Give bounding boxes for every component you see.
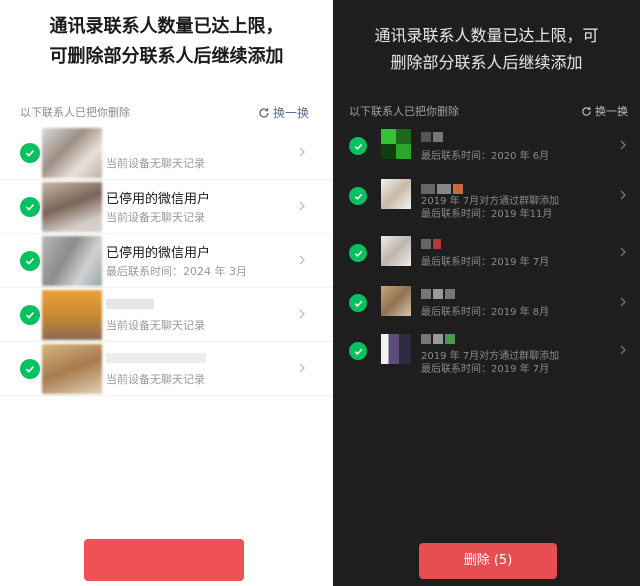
chevron-right-icon <box>620 247 626 257</box>
list-header-label: 以下联系人已把你删除 <box>349 105 459 118</box>
chevron-right-icon <box>299 363 305 373</box>
contact-subtitle: 当前设备无聊天记录 <box>106 157 205 170</box>
page-title: 通讯录联系人数量已达上限，可 删除部分联系人后继续添加 <box>333 22 640 76</box>
contact-name: 已停用的微信用户 <box>106 246 211 261</box>
contact-subtitle: 最后联系时间：2019 年 8月 <box>421 307 550 318</box>
contact-subtitle: 最后联系时间：2020 年 6月 <box>421 151 550 162</box>
contact-row[interactable]: 最后联系时间：2020 年 6月 <box>333 120 640 174</box>
chevron-right-icon <box>299 255 305 265</box>
contact-subtitle: 当前设备无聊天记录 <box>106 373 205 386</box>
contact-row[interactable]: 已停用的微信用户 最后联系时间：2024 年 3月 <box>0 234 333 288</box>
chevron-right-icon <box>620 297 626 307</box>
avatar <box>42 344 102 394</box>
title-line-1: 通讯录联系人数量已达上限，可 <box>374 26 599 45</box>
contact-subtitle: 当前设备无聊天记录 <box>106 211 205 224</box>
chevron-right-icon <box>620 345 626 355</box>
checkmark-icon[interactable] <box>20 197 40 217</box>
refresh-button[interactable]: 换一换 <box>581 103 628 119</box>
avatar <box>381 236 411 266</box>
contact-row[interactable]: 当前设备无聊天记录 <box>0 126 333 180</box>
avatar <box>381 286 411 316</box>
contact-name: 已停用的微信用户 <box>106 192 211 207</box>
contact-subtitle: 最后联系时间：2019 年 7月 <box>421 257 550 268</box>
contact-row[interactable]: 2019 年 7月对方通过群聊添加 最后联系时间：2019 年 7月 <box>333 325 640 379</box>
contact-row[interactable]: 2019 年 7月对方通过群聊添加 最后联系时间：2019 年11月 <box>333 170 640 224</box>
refresh-button[interactable]: 换一换 <box>258 104 309 121</box>
chevron-right-icon <box>299 147 305 157</box>
contact-name <box>421 286 457 300</box>
checkmark-icon[interactable] <box>20 251 40 271</box>
avatar <box>381 129 411 159</box>
contact-subtitle: 最后联系时间：2019 年 7月 <box>421 364 550 375</box>
avatar <box>42 182 102 232</box>
contact-subtitle: 最后联系时间：2019 年11月 <box>421 209 553 220</box>
contact-row[interactable]: 最后联系时间：2019 年 7月 <box>333 227 640 281</box>
checkmark-icon[interactable] <box>20 143 40 163</box>
right-screen: 通讯录联系人数量已达上限，可 删除部分联系人后继续添加 以下联系人已把你删除 换… <box>333 0 640 586</box>
contact-name <box>106 350 208 365</box>
contact-name <box>421 129 445 143</box>
checkmark-icon[interactable] <box>20 305 40 325</box>
checkmark-icon[interactable] <box>349 137 367 155</box>
avatar <box>381 179 411 209</box>
contact-subtitle: 最后联系时间：2024 年 3月 <box>106 265 247 278</box>
list-header-label: 以下联系人已把你删除 <box>20 106 130 119</box>
refresh-icon <box>258 107 270 119</box>
checkmark-icon[interactable] <box>349 342 367 360</box>
contact-name <box>421 331 457 345</box>
delete-button[interactable]: 删除 (5) <box>419 543 557 579</box>
checkmark-icon[interactable] <box>349 187 367 205</box>
contact-row[interactable]: 当前设备无聊天记录 <box>0 288 333 342</box>
title-line-2: 删除部分联系人后继续添加 <box>390 53 583 72</box>
avatar <box>42 236 102 286</box>
avatar <box>381 334 411 364</box>
checkmark-icon[interactable] <box>20 359 40 379</box>
chevron-right-icon <box>620 190 626 200</box>
delete-button[interactable] <box>84 539 244 581</box>
refresh-icon <box>581 106 592 117</box>
contact-name <box>106 296 156 311</box>
refresh-label: 换一换 <box>272 106 309 120</box>
checkmark-icon[interactable] <box>349 294 367 312</box>
chevron-right-icon <box>299 201 305 211</box>
contact-row[interactable]: 最后联系时间：2019 年 8月 <box>333 277 640 331</box>
page-title: 通讯录联系人数量已达上限， 可删除部分联系人后继续添加 <box>0 12 333 72</box>
contact-row[interactable]: 当前设备无聊天记录 <box>0 342 333 396</box>
checkmark-icon[interactable] <box>349 244 367 262</box>
left-screen: 通讯录联系人数量已达上限， 可删除部分联系人后继续添加 以下联系人已把你删除 换… <box>0 0 333 586</box>
avatar <box>42 290 102 340</box>
chevron-right-icon <box>299 309 305 319</box>
refresh-label: 换一换 <box>595 105 628 118</box>
title-line-1: 通讯录联系人数量已达上限， <box>49 16 284 37</box>
contact-subtitle: 当前设备无聊天记录 <box>106 319 205 332</box>
contact-row[interactable]: 已停用的微信用户 当前设备无聊天记录 <box>0 180 333 234</box>
chevron-right-icon <box>620 140 626 150</box>
contact-name <box>421 236 443 250</box>
avatar <box>42 128 102 178</box>
title-line-2: 可删除部分联系人后继续添加 <box>49 46 284 67</box>
